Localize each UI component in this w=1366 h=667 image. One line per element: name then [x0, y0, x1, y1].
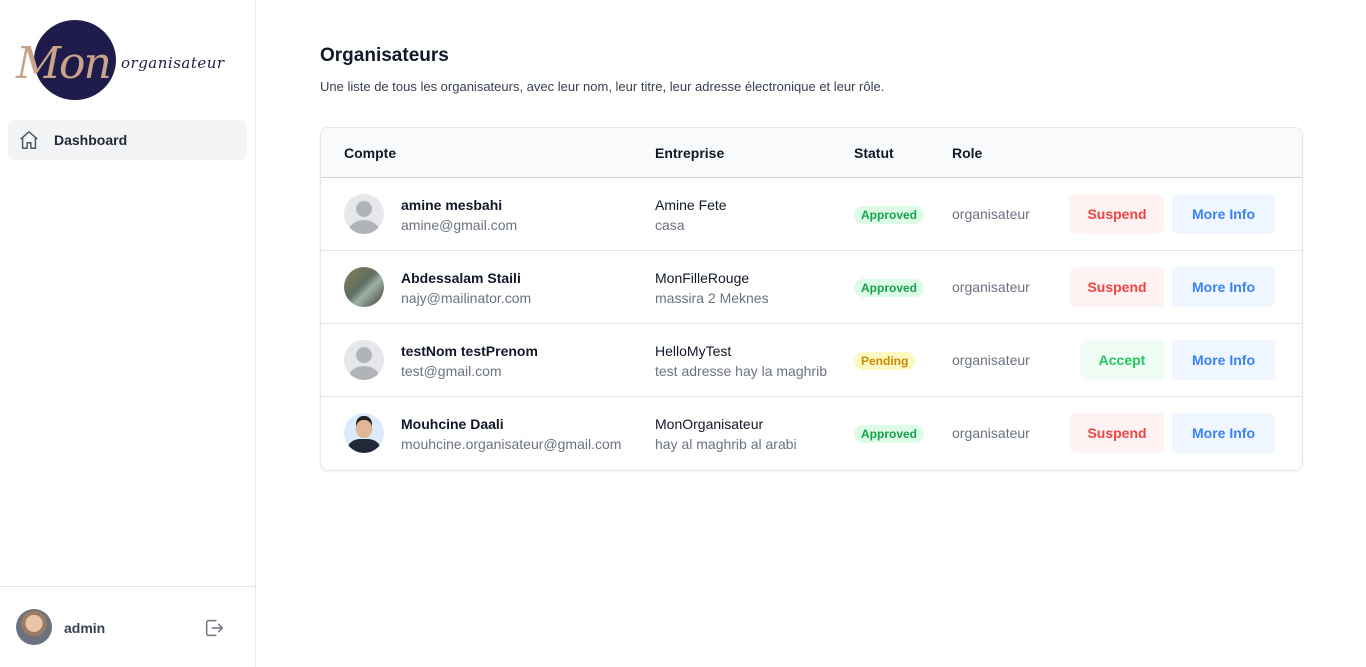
- status-badge: Pending: [854, 352, 916, 370]
- company-address: hay al maghrib al arabi: [655, 436, 797, 452]
- suspend-button[interactable]: Suspend: [1070, 194, 1164, 234]
- avatar[interactable]: [16, 609, 52, 645]
- account-email: mouhcine.organisateur@gmail.com: [401, 436, 622, 452]
- role-label: organisateur: [952, 352, 1030, 368]
- company-name: HelloMyTest: [655, 343, 732, 359]
- column-header-company: Entreprise: [655, 145, 725, 161]
- table-row: Abdessalam Staili najy@mailinator.com Mo…: [321, 251, 1302, 324]
- page-subtitle: Une liste de tous les organisateurs, ave…: [320, 79, 885, 94]
- company-name: MonOrganisateur: [655, 416, 764, 432]
- sidebar-item-label: Dashboard: [54, 132, 128, 148]
- user-name: admin: [64, 620, 106, 636]
- home-icon: [20, 131, 38, 149]
- more-info-button[interactable]: More Info: [1172, 413, 1275, 453]
- company-address: casa: [655, 217, 685, 233]
- column-header-role: Role: [952, 145, 983, 161]
- page-title: Organisateurs: [320, 45, 449, 66]
- more-info-button[interactable]: More Info: [1172, 194, 1275, 234]
- sidebar-footer: admin: [0, 586, 255, 667]
- column-header-account: Compte: [344, 145, 397, 161]
- account-email: najy@mailinator.com: [401, 290, 532, 306]
- avatar: [344, 413, 384, 453]
- account-name: testNom testPrenom: [401, 343, 538, 359]
- logo-script: Mon: [16, 38, 112, 89]
- account-email: test@gmail.com: [401, 363, 502, 379]
- more-info-button[interactable]: More Info: [1172, 340, 1275, 380]
- status-badge: Approved: [854, 206, 925, 224]
- table-header: Compte Entreprise Statut Role: [321, 128, 1302, 178]
- role-label: organisateur: [952, 206, 1030, 222]
- account-name: Abdessalam Staili: [401, 270, 521, 286]
- suspend-button[interactable]: Suspend: [1070, 413, 1164, 453]
- company-address: massira 2 Meknes: [655, 290, 769, 306]
- account-name: amine mesbahi: [401, 197, 503, 213]
- suspend-button[interactable]: Suspend: [1070, 267, 1164, 307]
- account-email: amine@gmail.com: [401, 217, 518, 233]
- brand-logo[interactable]: Mon organisateur: [14, 18, 224, 102]
- table-row: amine mesbahi amine@gmail.com Amine Fete…: [321, 178, 1302, 251]
- status-badge: Approved: [854, 425, 925, 443]
- company-address: test adresse hay la maghrib: [655, 363, 827, 379]
- company-name: MonFilleRouge: [655, 270, 750, 286]
- sidebar: Mon organisateur Dashboard admin: [0, 0, 256, 667]
- account-name: Mouhcine Daali: [401, 416, 504, 432]
- table-row: testNom testPrenom test@gmail.com HelloM…: [321, 324, 1302, 397]
- organisateurs-table: Compte Entreprise Statut Role amine mesb…: [320, 127, 1303, 471]
- avatar: [344, 340, 384, 380]
- column-header-status: Statut: [854, 145, 894, 161]
- role-label: organisateur: [952, 425, 1030, 441]
- avatar: [344, 194, 384, 234]
- avatar: [344, 267, 384, 307]
- company-name: Amine Fete: [655, 197, 727, 213]
- role-label: organisateur: [952, 279, 1030, 295]
- logout-icon[interactable]: [202, 617, 226, 639]
- logo-word: organisateur: [121, 54, 225, 72]
- accept-button[interactable]: Accept: [1080, 340, 1164, 380]
- sidebar-item-dashboard[interactable]: Dashboard: [8, 120, 247, 160]
- status-badge: Approved: [854, 279, 925, 297]
- more-info-button[interactable]: More Info: [1172, 267, 1275, 307]
- table-row: Mouhcine Daali mouhcine.organisateur@gma…: [321, 397, 1302, 470]
